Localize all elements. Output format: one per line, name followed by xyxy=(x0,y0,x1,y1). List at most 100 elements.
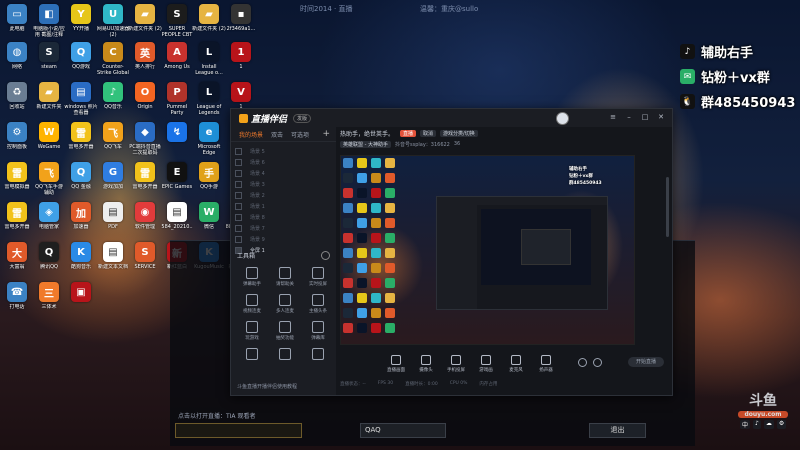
start-live-button[interactable]: 开始直播 xyxy=(628,357,664,367)
tab-optional[interactable]: 可选项 xyxy=(291,130,309,139)
desktop-icon[interactable]: ▤ 584_20210.. xyxy=(160,202,194,230)
source-button[interactable]: 游戏画 xyxy=(476,355,496,373)
desktop-icon[interactable]: Y YY开播 xyxy=(64,4,98,32)
desktop-icon[interactable]: ◍ 网络 xyxy=(0,42,34,70)
add-scene-icon[interactable]: + xyxy=(322,129,330,139)
desktop-icon[interactable]: ▰ 新建文件夹 (2) xyxy=(128,4,162,32)
desktop-icon[interactable]: V1 xyxy=(224,82,258,110)
desktop-icon[interactable]: ⚙ 控制面板 xyxy=(0,122,34,150)
desktop-icon[interactable]: ▣ xyxy=(64,282,98,304)
live-badge[interactable]: 直播 xyxy=(400,129,417,137)
desktop-icon[interactable]: K 酷狗音乐 xyxy=(64,242,98,270)
desktop-icon[interactable]: 雷雷电多开器 xyxy=(64,122,98,150)
tool-button[interactable]: 抽奖功能 xyxy=(270,321,300,341)
minimize-icon[interactable]: – xyxy=(624,112,634,122)
tool-button[interactable]: 请帮助关 xyxy=(270,267,300,287)
source-button[interactable]: 直播画面 xyxy=(386,355,406,373)
streaming-app-window[interactable]: 直播伴侣 发版 ≡ – □ ✕ 我的场景 双击 可选项 + 场景 5 场景 6 场景… xyxy=(230,108,673,396)
scene-item[interactable]: 场景 7 xyxy=(235,223,336,233)
tool-button[interactable] xyxy=(237,348,267,362)
visibility-checkbox[interactable] xyxy=(235,169,242,177)
tray-icon[interactable]: ☁ xyxy=(763,420,774,429)
exit-button[interactable]: 退出 xyxy=(589,423,646,438)
category-button[interactable]: 游戏分类/切换 xyxy=(440,129,478,137)
desktop-icon[interactable]: 雷雷电多开器 xyxy=(0,202,34,230)
desktop-icon[interactable]: L League of Legends xyxy=(192,82,226,116)
desktop-icon[interactable]: ▤ 新建文本文档 xyxy=(96,242,130,270)
scene-item[interactable]: 场景 8 xyxy=(235,212,336,222)
scene-item[interactable]: 场景 9 xyxy=(235,234,336,244)
tool-button[interactable]: 弹幕助手 xyxy=(237,267,267,287)
desktop-icon[interactable]: W WeGame xyxy=(32,122,66,150)
desktop-icon[interactable]: ◉ 软件管理 xyxy=(128,202,162,230)
scene-item[interactable]: 场景 6 xyxy=(235,157,336,167)
desktop-icon[interactable]: W 微信 xyxy=(192,202,226,230)
source-button[interactable]: 手机投屏 xyxy=(446,355,466,373)
desktop-icon[interactable]: E EPIC Games xyxy=(160,162,194,190)
menu-icon[interactable]: ≡ xyxy=(608,112,618,122)
cancel-button[interactable]: 取消 xyxy=(420,129,437,137)
visibility-checkbox[interactable] xyxy=(235,158,242,166)
tray-icon[interactable]: ⚙ xyxy=(776,420,787,429)
tool-button[interactable]: 玩游戏 xyxy=(237,321,267,341)
stream-preview[interactable]: 辅助右手 钻粉＋vx群 群485450943 xyxy=(340,155,635,345)
desktop-icon[interactable]: 飞 QQ飞车 xyxy=(96,122,130,150)
desktop-icon[interactable]: ◆ PC端抖音直播 二次提取码 xyxy=(128,122,162,156)
settings-icon[interactable] xyxy=(593,358,602,367)
desktop-icon[interactable]: U 网易UU加速器 (2) xyxy=(96,4,130,38)
desktop-icon[interactable]: P Pummel Party xyxy=(160,82,194,116)
tool-button[interactable]: 实时投屏 xyxy=(303,267,333,287)
desktop-icon[interactable]: ▤ PDF xyxy=(96,202,130,230)
desktop-icon[interactable]: ♪ QQ音乐 xyxy=(96,82,130,110)
avatar[interactable] xyxy=(556,112,569,125)
desktop-icon[interactable]: A Among Us xyxy=(160,42,194,70)
chat-input[interactable] xyxy=(175,423,302,438)
visibility-checkbox[interactable] xyxy=(235,147,242,155)
desktop-icon[interactable]: 英英人排行 xyxy=(128,42,162,70)
tool-button[interactable]: 弹幕库 xyxy=(303,321,333,341)
desktop-icon[interactable]: G 游戏加加 xyxy=(96,162,130,190)
desktop-icon[interactable]: C Counter-Strike Global Off... xyxy=(96,42,130,76)
desktop-icon[interactable]: ▭ 此电脑 xyxy=(0,4,34,32)
desktop-icon[interactable]: Ssteam xyxy=(32,42,66,70)
desktop-icon[interactable]: ☎ 打电话 xyxy=(0,282,34,310)
close-icon[interactable]: ✕ xyxy=(656,112,666,122)
scene-item[interactable]: 场景 3 xyxy=(235,179,336,189)
desktop-icon[interactable]: 加加速器 xyxy=(64,202,98,230)
desktop-icon[interactable]: Q QQ游戏 xyxy=(64,42,98,70)
desktop-icon[interactable]: ▰ 新建文件夹 xyxy=(32,82,66,110)
category-chip[interactable]: 英雄联盟 - 大神助手 xyxy=(340,140,391,148)
source-button[interactable]: 摄像头 xyxy=(416,355,436,373)
scene-item[interactable]: 场景 4 xyxy=(235,168,336,178)
tool-button[interactable]: 多人连麦 xyxy=(270,294,300,314)
desktop-icon[interactable]: ▪ 2f3469a1... xyxy=(224,4,258,32)
tool-button[interactable]: 主播头条 xyxy=(303,294,333,314)
desktop-icon[interactable]: ↯ xyxy=(160,122,194,144)
tutorial-link[interactable]: 斗鱼直播开播伴侣使用教程 xyxy=(237,383,297,390)
tool-button[interactable] xyxy=(303,348,333,362)
tool-button[interactable]: 视频连麦 xyxy=(237,294,267,314)
desktop-icon[interactable]: ♻ 回收站 xyxy=(0,82,34,110)
toolbox-settings-icon[interactable] xyxy=(321,251,330,260)
desktop-icon[interactable]: S SUPER PEOPLE CBT xyxy=(160,4,194,38)
visibility-checkbox[interactable] xyxy=(235,180,242,188)
desktop-icon[interactable]: ◈ 电脑管家 xyxy=(32,202,66,230)
visibility-checkbox[interactable] xyxy=(235,224,242,232)
desktop-icon[interactable]: O Origin xyxy=(128,82,162,110)
desktop-icon[interactable]: Q 腾讯QQ xyxy=(32,242,66,270)
desktop-icon[interactable]: ◧ 电脑版小说/应用 截图/注释 xyxy=(32,4,66,38)
maximize-icon[interactable]: □ xyxy=(640,112,650,122)
tray-icon[interactable]: 中 xyxy=(740,420,751,429)
scene-item[interactable]: 场景 5 xyxy=(235,146,336,156)
desktop-icon[interactable]: L Install League o... xyxy=(192,42,226,76)
version-badge[interactable]: 发版 xyxy=(293,113,312,123)
visibility-checkbox[interactable] xyxy=(235,202,242,210)
desktop-icon[interactable]: ▰ 新建文件夹 (2) xyxy=(192,4,226,32)
scrollbar[interactable] xyxy=(666,177,669,237)
desktop-icon[interactable]: 雷雷电多开器 xyxy=(128,162,162,190)
desktop-icon[interactable]: 手 QQ手游 xyxy=(192,162,226,190)
desktop-icon[interactable]: ▤ windows 照片查看器 xyxy=(64,82,98,116)
tray-icon[interactable]: ♪ xyxy=(753,420,761,429)
desktop-icon[interactable]: 雷雷电模拟器 xyxy=(0,162,34,190)
tool-button[interactable] xyxy=(270,348,300,362)
